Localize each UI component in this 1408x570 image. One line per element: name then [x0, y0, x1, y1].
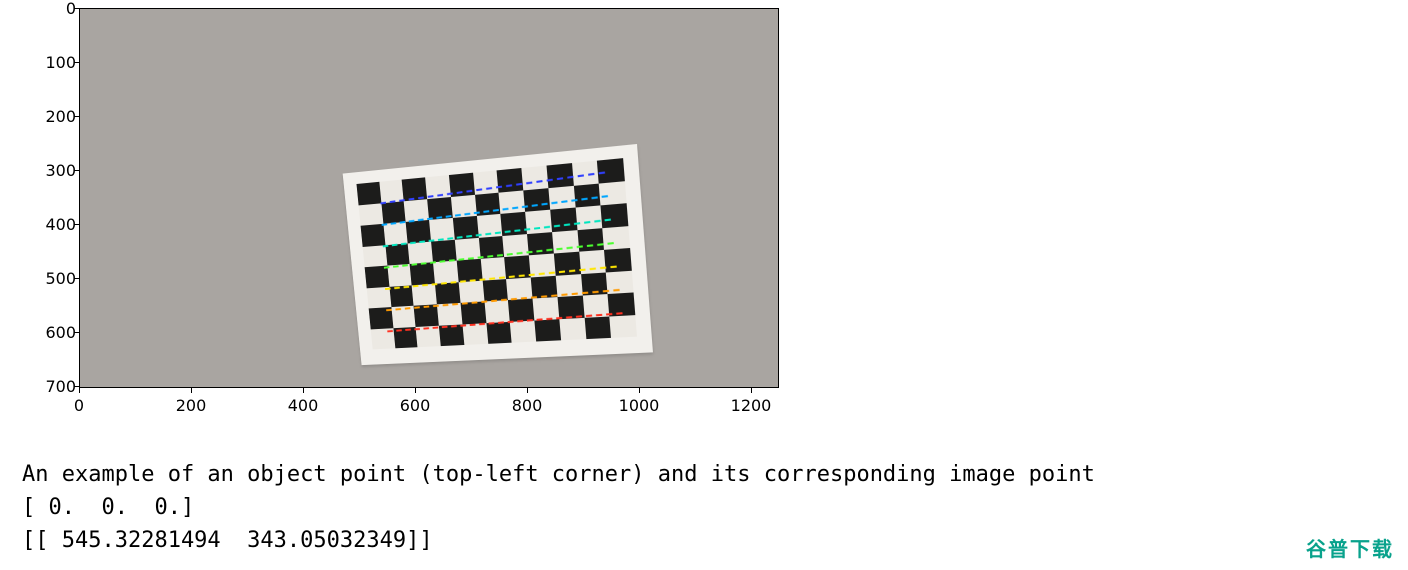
- x-tick-label: 400: [278, 396, 328, 415]
- y-tick-label: 200: [26, 107, 76, 126]
- y-tick-label: 700: [26, 377, 76, 396]
- plot-area: [79, 8, 779, 388]
- output-image-point: [[ 545.32281494 343.05032349]]: [22, 528, 433, 553]
- y-tick-label: 500: [26, 269, 76, 288]
- x-tick-label: 1200: [726, 396, 776, 415]
- y-tick-label: 400: [26, 215, 76, 234]
- x-tick-label: 0: [54, 396, 104, 415]
- x-tick-label: 1000: [614, 396, 664, 415]
- y-tick-label: 0: [26, 0, 76, 18]
- watermark-text: 谷普下载: [1306, 533, 1394, 562]
- matplotlib-figure: 0 100 200 300 400 500 600 700 0 200 400 …: [20, 0, 790, 430]
- y-tick-label: 300: [26, 161, 76, 180]
- output-caption: An example of an object point (top-left …: [22, 462, 1095, 487]
- checkerboard-paper: [343, 144, 653, 365]
- x-tick-label: 200: [166, 396, 216, 415]
- y-tick-label: 600: [26, 323, 76, 342]
- x-tick-label: 800: [502, 396, 552, 415]
- output-object-point: [ 0. 0. 0.]: [22, 495, 194, 520]
- output-text: An example of an object point (top-left …: [22, 458, 1095, 557]
- x-tick-label: 600: [390, 396, 440, 415]
- y-tick-label: 100: [26, 53, 76, 72]
